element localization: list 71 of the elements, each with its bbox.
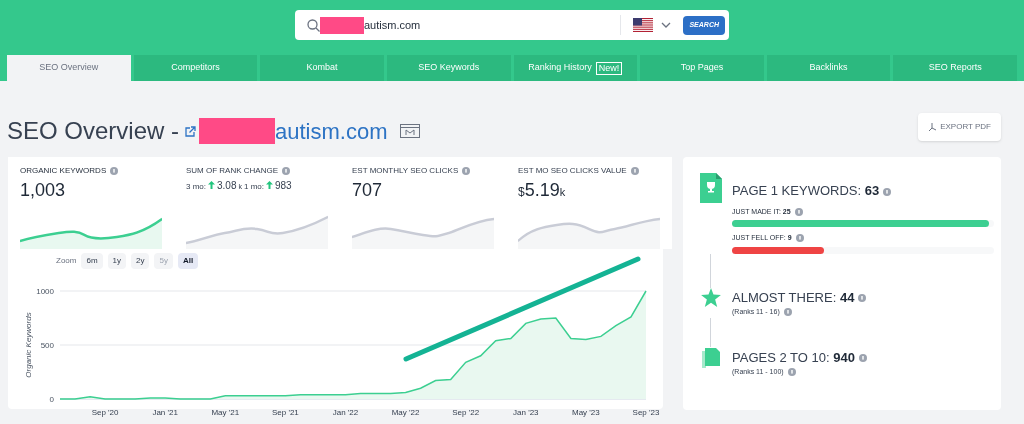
metric-label: ORGANIC KEYWORDS [20,165,107,177]
nav-tab[interactable]: SEO Overview [7,55,131,81]
chevron-down-icon[interactable] [661,22,672,28]
page-title: SEO Overview - [7,116,180,146]
x-tick-label: May '23 [572,408,600,417]
help-icon[interactable] [462,167,471,175]
help-icon[interactable] [858,294,867,303]
metric-label: SUM OF RANK CHANGE [186,165,278,177]
x-tick-label: May '21 [211,408,240,417]
y-tick-label: 0 [49,395,54,404]
domain-link[interactable]: autism.com [275,114,388,148]
zoom-option[interactable]: All [177,253,199,269]
summary-title: PAGES 2 TO 10: 940 [732,349,855,365]
x-tick-label: Sep '23 [632,408,660,417]
help-icon[interactable] [282,167,290,175]
flag-icon[interactable] [633,18,654,32]
y-tick-label: 1000 [36,287,54,296]
help-icon[interactable] [794,207,803,216]
zoom-option[interactable]: 6m [81,253,103,269]
tab-label: SEO Keywords [418,61,480,75]
zoom-option[interactable]: 1y [107,253,127,269]
currency-symbol: $ [518,185,525,201]
metric-value: 707 [352,179,383,202]
metric-value: 1,003 [20,179,66,202]
x-tick-label: Jan '22 [332,408,359,417]
pdf-icon [928,123,937,131]
help-icon[interactable] [787,368,796,377]
tab-label: Top Pages [680,61,724,75]
y-axis-title: Organic Keywords [24,312,33,378]
external-link-icon[interactable] [185,125,197,137]
period-label: 3 mo: [186,181,206,193]
help-icon[interactable] [858,354,867,363]
y-tick-label: 500 [40,341,54,350]
zoom-label: Zoom [56,255,77,267]
search-icon [307,18,320,32]
tab-label: SEO Reports [928,61,982,75]
metric-label: EST MO SEO CLICKS VALUE [518,165,627,177]
tab-label: Ranking History [528,61,592,75]
help-icon[interactable] [883,187,892,196]
summary-title: PAGE 1 KEYWORDS: 63 [732,183,880,198]
x-tick-label: Sep '20 [91,408,119,417]
export-pdf-button[interactable]: EXPORT PDF [918,113,1001,141]
star-icon [701,287,721,307]
unit-suffix: k [559,186,566,200]
documents-icon [702,347,720,368]
change-value: 3.08 [217,179,237,193]
new-badge: New! [595,61,623,75]
period-label: 1 mo: [244,181,264,193]
tab-label: Kombat [306,61,338,75]
help-icon[interactable] [110,167,119,175]
help-icon[interactable] [783,308,792,317]
search-field[interactable]: autism.com [364,16,621,34]
x-tick-label: Jan '23 [513,408,539,417]
arrow-up-icon [208,181,215,189]
summary-title: ALMOST THERE: 44 [732,289,855,305]
x-tick-label: Sep '21 [271,408,299,417]
x-tick-label: Jan '21 [152,408,178,417]
tab-label: Backlinks [809,61,848,75]
change-value: 983 [275,179,292,193]
redaction-block [320,16,364,34]
calendar-icon[interactable] [399,124,420,138]
arrow-up-icon [266,181,273,189]
x-tick-label: May '22 [391,408,420,417]
help-icon[interactable] [630,167,639,175]
x-tick-label: Sep '22 [452,408,480,417]
tab-label: Competitors [171,61,220,75]
help-icon[interactable] [795,234,804,243]
tab-label: SEO Overview [39,61,99,75]
metric-value: 5.19 [524,179,560,202]
zoom-option[interactable]: 2y [131,253,150,269]
metric-label: EST MONTHLY SEO CLICKS [352,165,459,177]
